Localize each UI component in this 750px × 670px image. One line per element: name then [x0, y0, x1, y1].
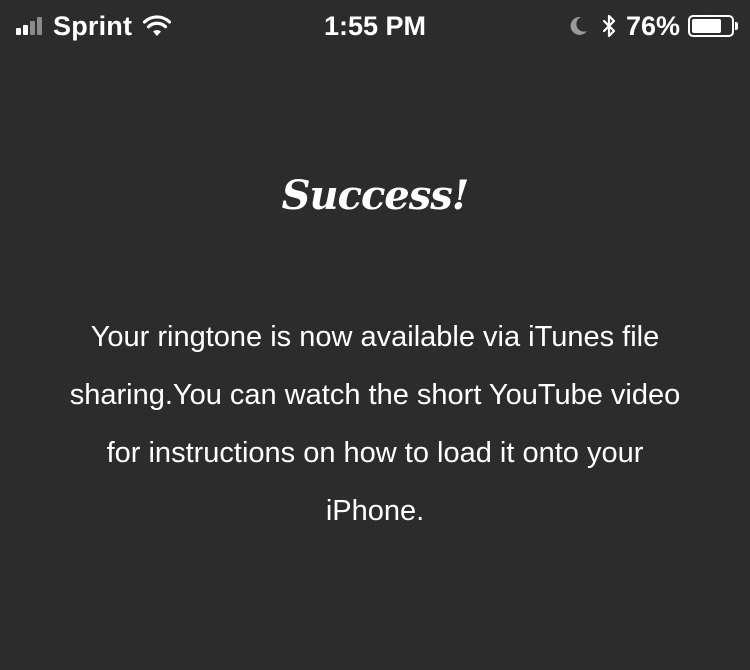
signal-bar	[23, 25, 28, 35]
status-bar-left: Sprint	[16, 10, 172, 42]
battery-percentage: 76%	[625, 10, 680, 41]
wifi-icon	[143, 15, 172, 36]
battery-fill	[692, 19, 721, 33]
signal-bar	[16, 28, 21, 35]
success-title: Success!	[281, 172, 470, 219]
battery-icon	[688, 15, 738, 37]
status-bar-right: 76%	[570, 11, 738, 42]
moon-icon	[570, 16, 587, 35]
signal-bars-icon	[16, 17, 44, 35]
bluetooth-icon	[602, 14, 616, 38]
success-message: Your ringtone is now available via iTune…	[69, 321, 681, 527]
signal-bar	[37, 17, 42, 35]
status-bar: Sprint 76%	[0, 0, 750, 52]
carrier-name: Sprint	[53, 10, 133, 41]
battery-body	[688, 15, 734, 37]
signal-bar	[30, 21, 35, 35]
battery-cap	[735, 22, 738, 30]
